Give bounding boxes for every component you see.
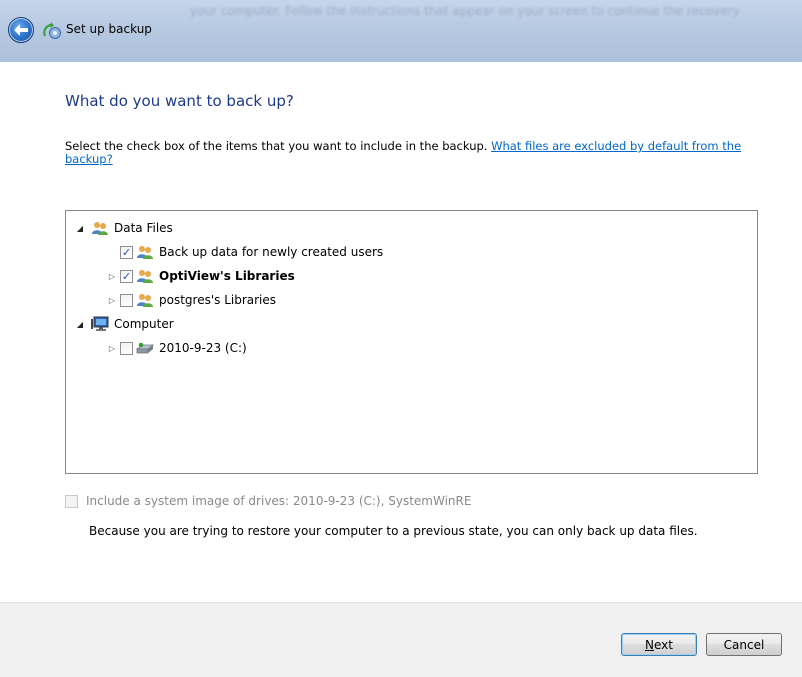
backup-items-tree[interactable]: ◢ Data Files ✓ Back up data for newly cr… xyxy=(65,210,758,474)
blurred-background-text: your computer. Follow the instructions t… xyxy=(190,4,740,18)
tree-node-computer[interactable]: ◢ Computer xyxy=(66,312,757,336)
back-button[interactable] xyxy=(8,17,34,43)
computer-icon xyxy=(91,316,109,331)
cancel-button-label: Cancel xyxy=(723,637,765,652)
arrow-left-icon xyxy=(14,24,28,36)
drive-c-checkbox[interactable] xyxy=(120,341,133,355)
users-icon xyxy=(92,222,108,235)
restore-note: Because you are trying to restore your c… xyxy=(89,524,698,538)
button-bar: Next Cancel xyxy=(0,602,802,677)
users-icon xyxy=(137,270,153,283)
title-bar: your computer. Follow the instructions t… xyxy=(0,0,802,62)
tree-node-drive-c[interactable]: ▷ 2010-9-23 (C:) xyxy=(66,336,757,360)
next-button-label: Next xyxy=(645,637,673,652)
backup-wizard-icon xyxy=(43,22,61,39)
tree-label-optiview: OptiView's Libraries xyxy=(159,269,295,283)
window-title: Set up backup xyxy=(66,22,152,36)
users-icon xyxy=(137,294,153,307)
collapse-arrow-icon[interactable]: ◢ xyxy=(74,318,86,330)
users-icon xyxy=(137,246,153,259)
collapse-arrow-icon[interactable]: ◢ xyxy=(74,222,86,234)
tree-node-new-users[interactable]: ✓ Back up data for newly created users xyxy=(66,240,757,264)
expand-arrow-icon[interactable]: ▷ xyxy=(106,294,118,306)
tree-node-data-files[interactable]: ◢ Data Files xyxy=(66,216,757,240)
tree-label-new-users: Back up data for newly created users xyxy=(159,245,384,259)
next-button[interactable]: Next xyxy=(621,633,697,656)
check-icon: ✓ xyxy=(121,245,132,259)
tree-node-optiview[interactable]: ▷ ✓ OptiView's Libraries xyxy=(66,264,757,288)
cancel-button[interactable]: Cancel xyxy=(706,633,782,656)
optiview-checkbox[interactable]: ✓ xyxy=(120,269,133,283)
check-icon: ✓ xyxy=(121,269,132,283)
hard-drive-icon xyxy=(136,342,154,354)
tree-node-postgres[interactable]: ▷ postgres's Libraries xyxy=(66,288,757,312)
new-users-checkbox[interactable]: ✓ xyxy=(120,245,133,259)
expand-arrow-icon[interactable]: ▷ xyxy=(106,270,118,282)
tree-label-drive-c: 2010-9-23 (C:) xyxy=(159,341,247,355)
system-image-label: Include a system image of drives: 2010-9… xyxy=(86,494,472,508)
tree-label-postgres: postgres's Libraries xyxy=(159,293,277,307)
instructions-text: Select the check box of the items that y… xyxy=(65,140,755,166)
postgres-checkbox[interactable] xyxy=(120,293,133,307)
system-image-checkbox[interactable] xyxy=(65,494,78,508)
page-title: What do you want to back up? xyxy=(65,92,294,110)
tree-label-computer: Computer xyxy=(114,317,174,331)
tree-label-data-files: Data Files xyxy=(114,221,173,235)
system-image-option: Include a system image of drives: 2010-9… xyxy=(65,494,471,508)
expand-arrow-icon[interactable]: ▷ xyxy=(106,342,118,354)
instructions-label: Select the check box of the items that y… xyxy=(65,139,492,153)
content-panel: What do you want to back up? Select the … xyxy=(0,62,802,602)
